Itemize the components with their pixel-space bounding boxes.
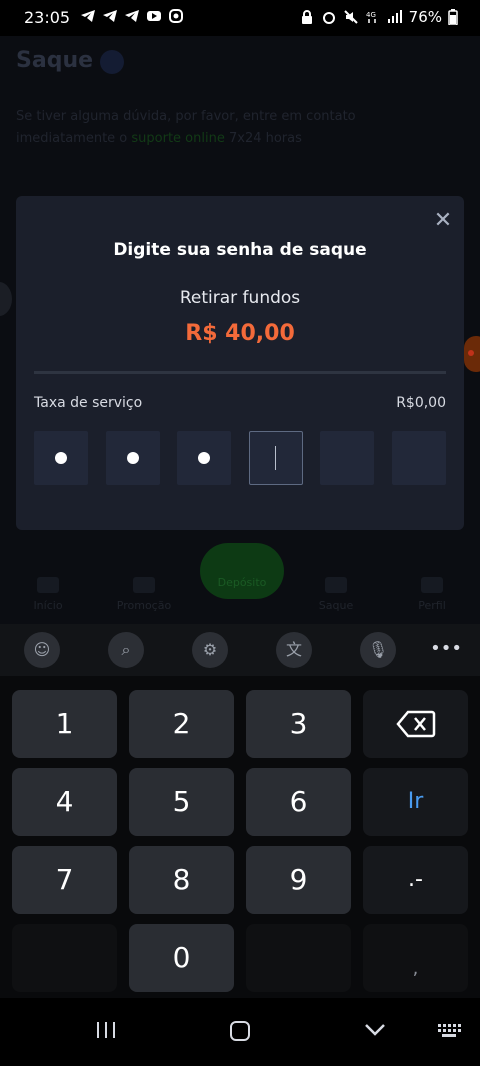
lock-icon bbox=[301, 10, 312, 24]
pin-box[interactable] bbox=[106, 431, 160, 485]
alarm-icon bbox=[322, 12, 335, 24]
recents-icon[interactable] bbox=[94, 1020, 118, 1040]
mute-icon bbox=[343, 10, 358, 24]
signal-icon bbox=[387, 10, 402, 23]
divider bbox=[34, 371, 446, 374]
key-8[interactable]: 8 bbox=[129, 846, 234, 914]
punctuation-key[interactable]: .- bbox=[363, 846, 468, 914]
support-link[interactable]: suporte online bbox=[131, 131, 224, 146]
support-notice: Se tiver alguma dúvida, por favor, entre… bbox=[16, 106, 396, 150]
key-6[interactable]: 6 bbox=[246, 768, 351, 836]
page-title: Saque bbox=[16, 48, 94, 73]
pin-input[interactable] bbox=[34, 431, 446, 485]
notice-line-1: Se tiver alguma dúvida, por favor, entre… bbox=[16, 109, 356, 124]
key-3[interactable]: 3 bbox=[246, 690, 351, 758]
empty-key bbox=[12, 924, 117, 992]
microphone-icon[interactable]: 🎙 bbox=[360, 632, 396, 668]
gift-icon bbox=[133, 577, 155, 593]
back-icon[interactable] bbox=[362, 1020, 388, 1040]
empty-key bbox=[246, 924, 351, 992]
profile-icon bbox=[421, 577, 443, 593]
more-icon[interactable]: ••• bbox=[430, 634, 462, 664]
notice-line-2-prefix: imediatamente o bbox=[16, 131, 132, 146]
nav-item-deposito[interactable]: Depósito bbox=[200, 543, 284, 599]
comma-key[interactable]: , bbox=[363, 924, 468, 992]
home-icon[interactable] bbox=[228, 1020, 252, 1042]
withdraw-amount: R$ 40,00 bbox=[185, 321, 295, 346]
telegram-icon bbox=[125, 10, 139, 22]
pin-box[interactable] bbox=[320, 431, 374, 485]
pin-box[interactable] bbox=[392, 431, 446, 485]
pin-dot bbox=[198, 452, 210, 464]
wallet-icon bbox=[325, 577, 347, 593]
battery-percent: 76% bbox=[408, 8, 442, 26]
key-5[interactable]: 5 bbox=[129, 768, 234, 836]
status-bar: 23:05 4G 76% bbox=[0, 0, 480, 36]
key-7[interactable]: 7 bbox=[12, 846, 117, 914]
floating-chat-button[interactable] bbox=[464, 336, 480, 372]
nav-label: Depósito bbox=[217, 576, 267, 589]
backspace-icon bbox=[395, 710, 435, 738]
pin-box[interactable] bbox=[34, 431, 88, 485]
telegram-icon bbox=[81, 10, 95, 22]
withdraw-password-modal: ✕ Digite sua senha de saque Retirar fund… bbox=[16, 196, 464, 530]
key-1[interactable]: 1 bbox=[12, 690, 117, 758]
pin-dot bbox=[127, 452, 139, 464]
translate-icon[interactable]: 文 bbox=[276, 632, 312, 668]
notification-icons bbox=[80, 9, 184, 23]
notice-line-2-suffix: 7x24 horas bbox=[224, 131, 302, 146]
nav-item-saque[interactable]: Saque bbox=[296, 571, 376, 612]
modal-title: Digite sua senha de saque bbox=[113, 240, 367, 260]
numeric-keyboard: 1 2 3 4 5 6 Ir 7 8 9 .- 0 , bbox=[0, 676, 480, 998]
nav-item-perfil[interactable]: Perfil bbox=[392, 571, 472, 612]
text-caret bbox=[275, 446, 276, 470]
search-icon[interactable]: ⌕ bbox=[108, 632, 144, 668]
close-icon[interactable]: ✕ bbox=[432, 210, 454, 232]
fee-value: R$0,00 bbox=[396, 395, 446, 411]
status-time: 23:05 bbox=[24, 8, 71, 27]
pin-dot bbox=[55, 452, 67, 464]
home-icon bbox=[37, 577, 59, 593]
nav-item-promocao[interactable]: Promoção bbox=[104, 571, 184, 612]
nav-label: Saque bbox=[318, 599, 354, 612]
go-key[interactable]: Ir bbox=[363, 768, 468, 836]
settings-icon[interactable]: ⚙ bbox=[192, 632, 228, 668]
youtube-icon bbox=[147, 11, 161, 21]
system-nav-bar bbox=[0, 998, 480, 1066]
side-handle[interactable] bbox=[0, 282, 12, 316]
nav-item-inicio[interactable]: Início bbox=[8, 571, 88, 612]
instagram-icon bbox=[169, 9, 183, 23]
key-0[interactable]: 0 bbox=[129, 924, 234, 992]
nav-label: Promoção bbox=[116, 599, 172, 612]
key-9[interactable]: 9 bbox=[246, 846, 351, 914]
keyboard-icon[interactable] bbox=[436, 1020, 462, 1040]
modal-subtitle: Retirar fundos bbox=[179, 288, 301, 308]
nav-label: Perfil bbox=[418, 599, 446, 612]
backspace-key[interactable] bbox=[363, 690, 468, 758]
status-right: 4G 76% bbox=[299, 8, 458, 26]
key-2[interactable]: 2 bbox=[129, 690, 234, 758]
pin-box[interactable] bbox=[177, 431, 231, 485]
key-4[interactable]: 4 bbox=[12, 768, 117, 836]
svg-text:4G: 4G bbox=[366, 11, 376, 19]
keyboard-toolbar: ☺ ⌕ ⚙ 文 🎙 ••• bbox=[0, 624, 480, 676]
emoji-icon[interactable]: ☺ bbox=[24, 632, 60, 668]
battery-icon bbox=[448, 9, 458, 25]
pin-box[interactable] bbox=[249, 431, 303, 485]
4g-icon: 4G bbox=[366, 11, 376, 23]
nav-label: Início bbox=[33, 599, 63, 612]
clipboard-icon bbox=[100, 50, 124, 74]
telegram-icon bbox=[103, 10, 117, 22]
bottom-nav: Início Promoção Depósito Saque Perfil bbox=[0, 543, 480, 621]
fee-label: Taxa de serviço bbox=[34, 395, 143, 411]
